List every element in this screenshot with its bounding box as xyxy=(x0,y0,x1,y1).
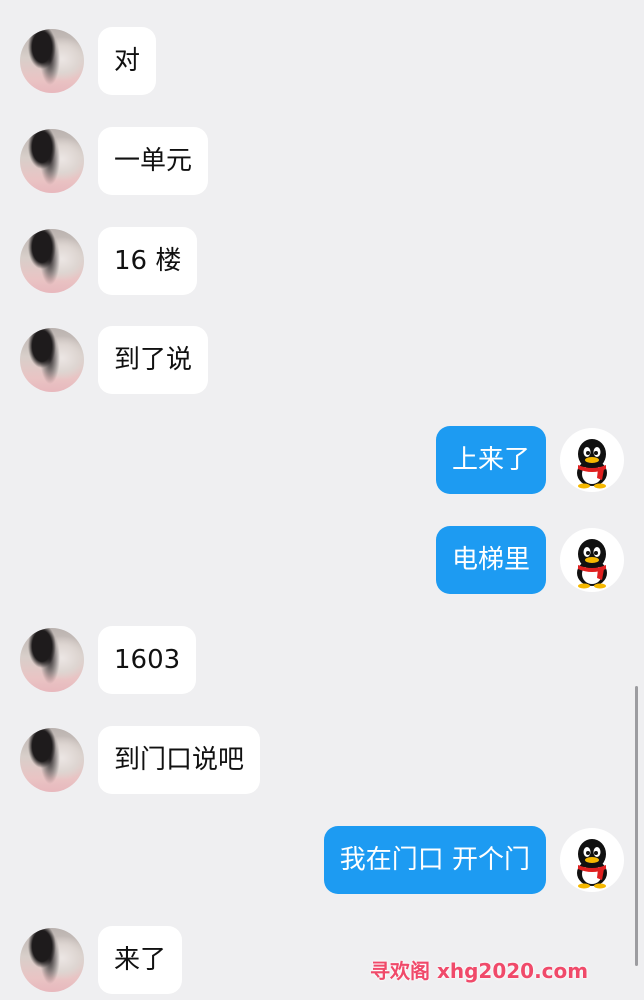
message-bubble[interactable]: 16 楼 xyxy=(98,227,198,295)
message-bubble[interactable]: 电梯里 xyxy=(435,526,546,594)
message-bubble[interactable]: 到了说 xyxy=(98,326,209,394)
message-bubble[interactable]: 上来了 xyxy=(435,426,546,494)
qq-penguin-icon[interactable] xyxy=(560,428,624,492)
message-bubble[interactable]: 到门口说吧 xyxy=(98,726,261,794)
message-row: 到门口说吧 xyxy=(0,726,644,794)
message-row: 电梯里 xyxy=(0,526,644,594)
chat-message-list[interactable]: 对 一单元 16 楼 到了说 上来了 电梯里 1603 到门口说吧 我在门口 开… xyxy=(0,0,644,1000)
contact-avatar[interactable] xyxy=(20,328,84,392)
contact-avatar[interactable] xyxy=(20,229,84,293)
message-bubble[interactable]: 1603 xyxy=(98,626,197,694)
qq-penguin-icon[interactable] xyxy=(560,528,624,592)
contact-avatar[interactable] xyxy=(20,129,84,193)
message-row: 16 楼 xyxy=(0,227,644,295)
message-row: 来了 xyxy=(0,926,644,994)
qq-penguin-icon[interactable] xyxy=(560,828,624,892)
message-row: 上来了 xyxy=(0,426,644,494)
message-bubble[interactable]: 对 xyxy=(98,27,157,95)
contact-avatar[interactable] xyxy=(20,29,84,93)
message-row: 一单元 xyxy=(0,127,644,195)
message-row: 1603 xyxy=(0,626,644,694)
scrollbar[interactable] xyxy=(635,686,638,966)
message-row: 对 xyxy=(0,27,644,95)
message-bubble[interactable]: 一单元 xyxy=(98,127,209,195)
message-bubble[interactable]: 来了 xyxy=(98,926,183,994)
message-row: 到了说 xyxy=(0,326,644,394)
message-bubble[interactable]: 我在门口 开个门 xyxy=(323,826,546,894)
contact-avatar[interactable] xyxy=(20,928,84,992)
message-row: 我在门口 开个门 xyxy=(0,826,644,894)
contact-avatar[interactable] xyxy=(20,628,84,692)
contact-avatar[interactable] xyxy=(20,728,84,792)
